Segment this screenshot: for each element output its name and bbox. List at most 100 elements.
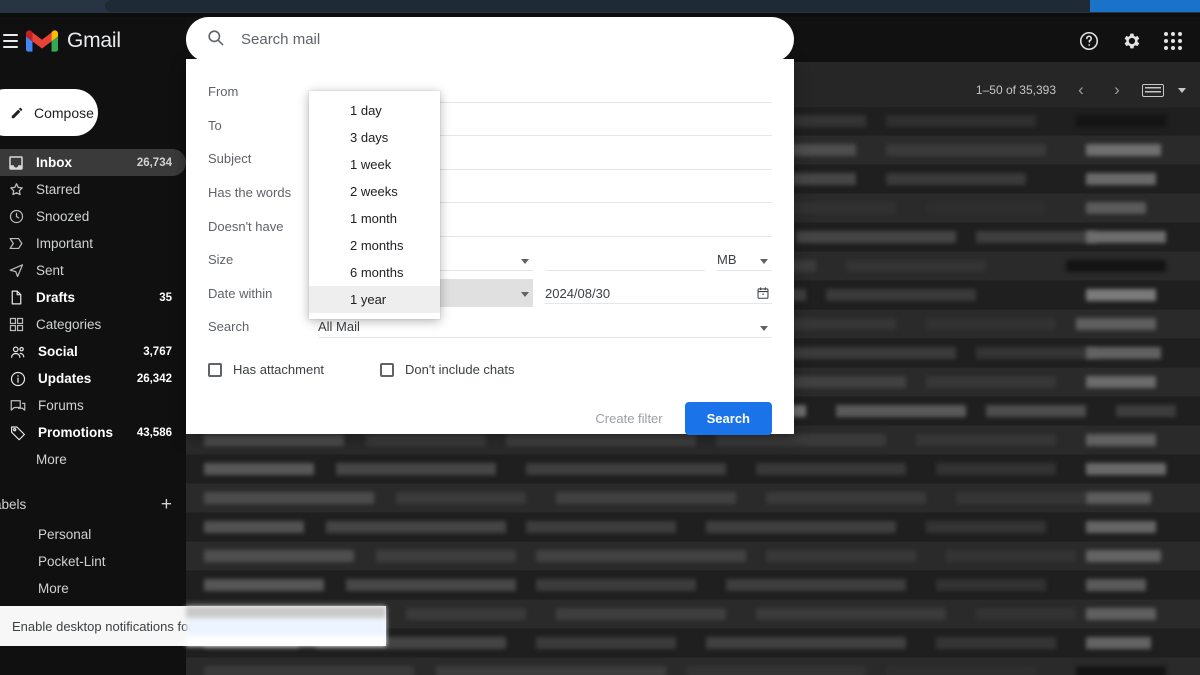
sidebar-item-categories[interactable]: Categories <box>0 311 186 338</box>
email-text-block <box>366 434 486 446</box>
checkbox-icon[interactable] <box>380 362 395 377</box>
email-text-block <box>936 579 1046 591</box>
chevron-right-icon[interactable]: › <box>1106 80 1128 100</box>
search-icon <box>206 28 225 52</box>
sidebar-item-important[interactable]: Important <box>0 230 186 257</box>
calendar-icon[interactable] <box>756 286 770 300</box>
field-label: Doesn't have <box>208 218 284 234</box>
sidebar-item-social[interactable]: Social 3,767 <box>0 338 186 365</box>
has-attachment-checkbox[interactable]: Has attachment <box>208 362 324 377</box>
sidebar-item-label: Social <box>38 344 78 359</box>
email-text-block <box>1086 550 1161 562</box>
email-text-block <box>1076 666 1166 675</box>
sidebar-item-updates[interactable]: Updates 26,342 <box>0 365 186 392</box>
dropdown-option-3-days[interactable]: 3 days <box>309 124 440 151</box>
email-row[interactable] <box>186 455 1200 484</box>
size-row: Size MB <box>208 243 772 277</box>
exclude-chats-checkbox[interactable]: Don't include chats <box>380 362 514 377</box>
date-value-input[interactable]: 2024/08/30 <box>545 277 772 311</box>
gmail-mark-icon <box>26 29 58 52</box>
email-text-block <box>1086 231 1166 243</box>
chevron-down-icon[interactable] <box>1178 87 1186 93</box>
sidebar-item-promotions[interactable]: Promotions 43,586 <box>0 419 186 446</box>
email-text-block <box>376 550 516 562</box>
dropdown-option-6-months[interactable]: 6 months <box>309 259 440 286</box>
email-row[interactable] <box>186 542 1200 571</box>
browser-address-bar[interactable] <box>105 0 1200 12</box>
chevron-down-icon[interactable] <box>760 258 768 264</box>
sidebar-item-more[interactable]: More <box>0 446 186 473</box>
sidebar-item-inbox[interactable]: Inbox 26,734 <box>0 149 186 176</box>
email-row[interactable] <box>186 658 1200 675</box>
dropdown-option-1-month[interactable]: 1 month <box>309 205 440 232</box>
dropdown-option-2-weeks[interactable]: 2 weeks <box>309 178 440 205</box>
hamburger-icon[interactable] <box>0 33 20 48</box>
email-row[interactable] <box>186 571 1200 600</box>
create-filter-button[interactable]: Create filter <box>595 411 662 426</box>
chevron-down-icon[interactable] <box>760 325 768 331</box>
email-text-block <box>986 405 1086 417</box>
keyboard-icon[interactable] <box>1142 83 1164 97</box>
email-text-block <box>706 637 906 649</box>
dot-icon <box>8 552 28 572</box>
date-value-text: 2024/08/30 <box>545 285 611 301</box>
browser-chrome-accent <box>1090 0 1200 12</box>
search-input[interactable]: Search mail <box>241 31 320 48</box>
chevron-down-icon[interactable] <box>521 258 529 264</box>
size-amount-input[interactable] <box>545 243 705 277</box>
checkbox-icon[interactable] <box>208 362 222 377</box>
email-text-block <box>826 289 976 301</box>
sidebar-item-drafts[interactable]: Drafts 35 <box>0 284 186 311</box>
sidebar-label-more[interactable]: More <box>0 575 186 602</box>
sidebar-label-personal[interactable]: Personal <box>0 521 186 548</box>
dropdown-option-1-week[interactable]: 1 week <box>309 151 440 178</box>
sidebar-item-sent[interactable]: Sent <box>0 257 186 284</box>
email-row[interactable] <box>186 484 1200 513</box>
dropdown-option-2-months[interactable]: 2 months <box>309 232 440 259</box>
dropdown-option-1-year[interactable]: 1 year <box>309 286 440 313</box>
exclude-chats-label: Don't include chats <box>405 362 515 378</box>
email-text-block <box>1116 405 1176 417</box>
size-unit-select[interactable]: MB <box>717 243 772 277</box>
email-text-block <box>796 231 956 243</box>
email-text-block <box>556 608 726 620</box>
inbox-icon <box>6 153 26 173</box>
email-text-block <box>204 463 314 475</box>
email-text-block <box>926 318 1056 330</box>
help-icon[interactable] <box>1078 30 1100 52</box>
plus-icon[interactable]: + <box>161 495 172 514</box>
chevron-down-icon[interactable] <box>521 292 529 298</box>
sidebar-item-starred[interactable]: Starred <box>0 176 186 203</box>
apps-grid-icon[interactable] <box>1162 30 1184 52</box>
sidebar-item-snoozed[interactable]: Snoozed <box>0 203 186 230</box>
search-submit-button[interactable]: Search <box>684 401 772 435</box>
email-text-block <box>1086 376 1156 388</box>
email-text-block <box>726 579 906 591</box>
email-text-block <box>886 115 1036 127</box>
size-unit-underline <box>717 269 772 271</box>
sidebar-label-pocket-lint[interactable]: Pocket-Lint <box>0 548 186 575</box>
field-label: From <box>208 84 239 100</box>
gear-icon[interactable] <box>1120 30 1142 52</box>
sidebar-item-forums[interactable]: Forums <box>0 392 186 419</box>
search-checkbox-group: Has attachment Don't include chats <box>208 350 772 390</box>
date-range-dropdown[interactable]: 1 day 3 days 1 week 2 weeks 1 month 2 months 6… <box>309 91 440 319</box>
draft-icon <box>6 288 26 308</box>
email-row[interactable] <box>186 513 1200 542</box>
chevron-left-icon[interactable]: ‹ <box>1070 80 1092 100</box>
star-icon <box>6 180 26 200</box>
email-text-block <box>1066 260 1166 272</box>
size-amount-underline <box>545 269 705 271</box>
dropdown-option-1-day[interactable]: 1 day <box>309 97 440 124</box>
search-bar[interactable]: Search mail <box>186 17 794 62</box>
email-text-block <box>204 579 324 591</box>
header-icon-group <box>1078 17 1184 64</box>
email-text-block <box>204 666 414 675</box>
labels-title: abels <box>0 496 27 512</box>
compose-button[interactable]: Compose <box>0 89 98 136</box>
email-text-block <box>536 550 746 562</box>
email-text-block <box>336 463 496 475</box>
label-important-icon <box>6 234 26 254</box>
email-text-block <box>1086 289 1156 301</box>
email-text-block <box>1086 579 1146 591</box>
